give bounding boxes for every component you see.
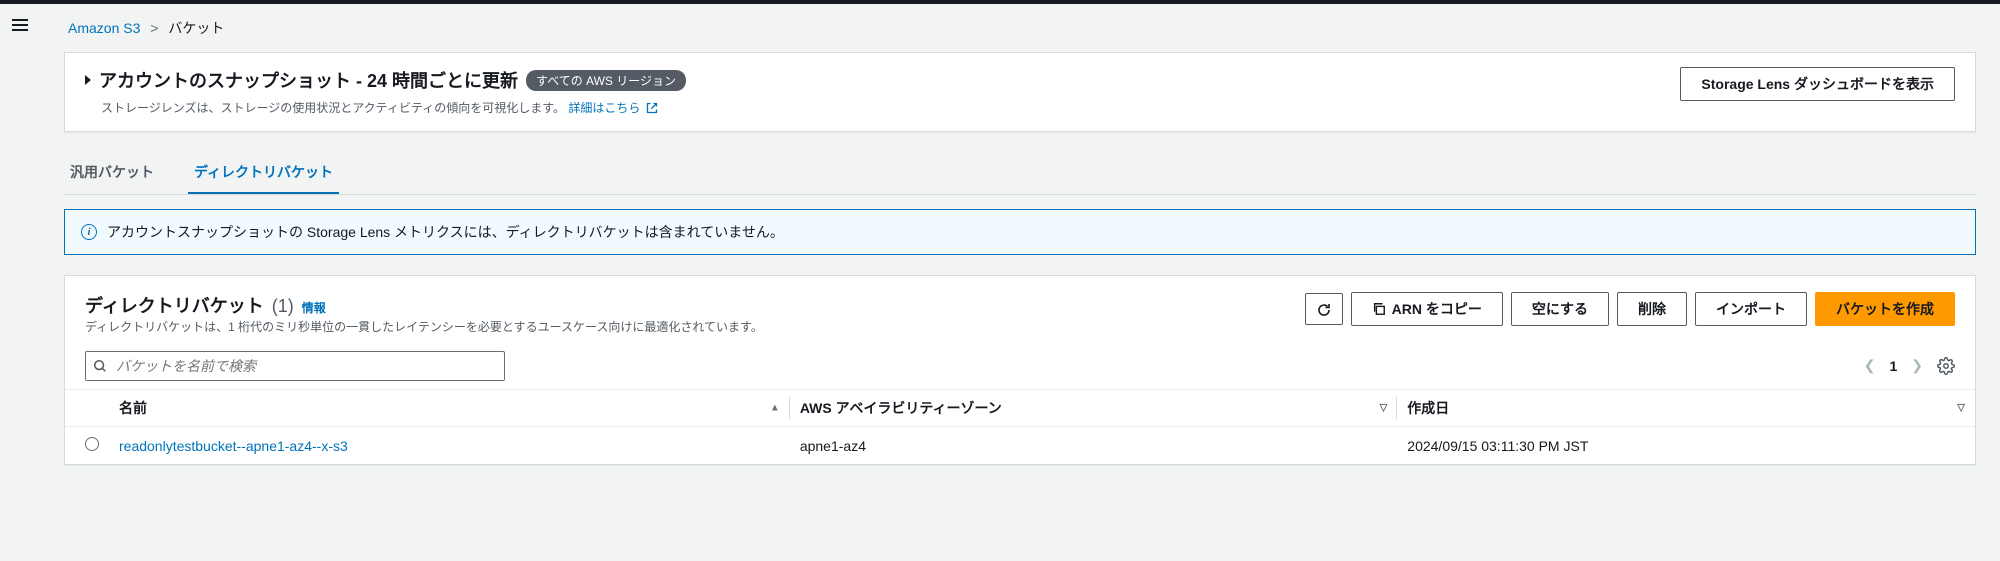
- pagination: ❮ 1 ❯: [1864, 357, 1955, 375]
- settings-button[interactable]: [1937, 357, 1955, 375]
- empty-button[interactable]: 空にする: [1511, 292, 1609, 326]
- sidebar-toggle-area: [0, 4, 40, 489]
- page-next-icon[interactable]: ❯: [1911, 357, 1923, 374]
- copy-icon: [1372, 302, 1386, 316]
- cell-az: apne1-az4: [790, 427, 1397, 465]
- section-description: ディレクトリバケットは、1 桁代のミリ秒単位の一貫したレイテンシーを必要とするユ…: [85, 318, 763, 335]
- col-name[interactable]: 名前 ▲: [109, 390, 790, 427]
- sort-icon: ▽: [1957, 403, 1965, 414]
- info-banner-text: アカウントスナップショットの Storage Lens メトリクスには、ディレク…: [107, 222, 784, 242]
- bucket-name-link[interactable]: readonlytestbucket--apne1-az4--x-s3: [119, 438, 348, 454]
- sort-asc-icon: ▲: [770, 403, 780, 414]
- col-az[interactable]: AWS アベイラビリティーゾーン ▽: [790, 390, 1397, 427]
- buckets-table: 名前 ▲ AWS アベイラビリティーゾーン ▽ 作成日 ▽: [65, 389, 1975, 464]
- buckets-panel: ディレクトリバケット (1) 情報 ディレクトリバケットは、1 桁代のミリ秒単位…: [64, 275, 1976, 465]
- tab-general-buckets[interactable]: 汎用バケット: [64, 152, 160, 194]
- breadcrumb-current: バケット: [168, 20, 224, 36]
- snapshot-description: ストレージレンズは、ストレージの使用状況とアクティビティの傾向を可視化します。 …: [101, 99, 1660, 117]
- learn-more-link[interactable]: 詳細はこちら: [568, 101, 657, 115]
- cell-created: 2024/09/15 03:11:30 PM JST: [1397, 427, 1975, 465]
- col-created[interactable]: 作成日 ▽: [1397, 390, 1975, 427]
- import-button[interactable]: インポート: [1695, 292, 1807, 326]
- search-wrap: [85, 351, 505, 381]
- info-banner: i アカウントスナップショットの Storage Lens メトリクスには、ディ…: [64, 209, 1976, 255]
- caret-right-icon[interactable]: [85, 75, 91, 85]
- search-icon: [93, 359, 107, 373]
- breadcrumb: Amazon S3 > バケット: [64, 4, 1976, 52]
- hamburger-icon[interactable]: [12, 19, 40, 31]
- refresh-button[interactable]: [1305, 293, 1343, 324]
- snapshot-title: アカウントのスナップショット - 24 時間ごとに更新: [99, 67, 518, 93]
- create-bucket-button[interactable]: バケットを作成: [1815, 292, 1955, 326]
- info-icon: i: [81, 224, 97, 240]
- region-badge: すべての AWS リージョン: [526, 70, 686, 91]
- copy-arn-button[interactable]: ARN をコピー: [1351, 292, 1503, 326]
- section-title: ディレクトリバケット: [85, 292, 264, 318]
- snapshot-panel: アカウントのスナップショット - 24 時間ごとに更新 すべての AWS リージ…: [64, 52, 1976, 132]
- tab-directory-buckets[interactable]: ディレクトリバケット: [188, 152, 339, 194]
- delete-button[interactable]: 削除: [1617, 292, 1687, 326]
- search-input[interactable]: [85, 351, 505, 381]
- refresh-icon: [1316, 302, 1332, 318]
- row-radio[interactable]: [85, 437, 99, 451]
- page-prev-icon[interactable]: ❮: [1864, 357, 1876, 374]
- gear-icon: [1937, 357, 1955, 375]
- table-row: readonlytestbucket--apne1-az4--x-s3 apne…: [65, 427, 1975, 465]
- info-link[interactable]: 情報: [302, 299, 326, 316]
- breadcrumb-root-link[interactable]: Amazon S3: [68, 20, 140, 36]
- col-select: [65, 390, 109, 427]
- storage-lens-dashboard-button[interactable]: Storage Lens ダッシュボードを表示: [1680, 67, 1955, 101]
- sort-icon: ▽: [1380, 403, 1388, 414]
- action-bar: ARN をコピー 空にする 削除 インポート バケットを作成: [1305, 292, 1955, 326]
- external-link-icon: [646, 102, 658, 117]
- page-number: 1: [1889, 358, 1897, 374]
- breadcrumb-separator: >: [150, 20, 158, 36]
- section-count: (1): [272, 296, 294, 317]
- tabs: 汎用バケット ディレクトリバケット: [64, 152, 1976, 195]
